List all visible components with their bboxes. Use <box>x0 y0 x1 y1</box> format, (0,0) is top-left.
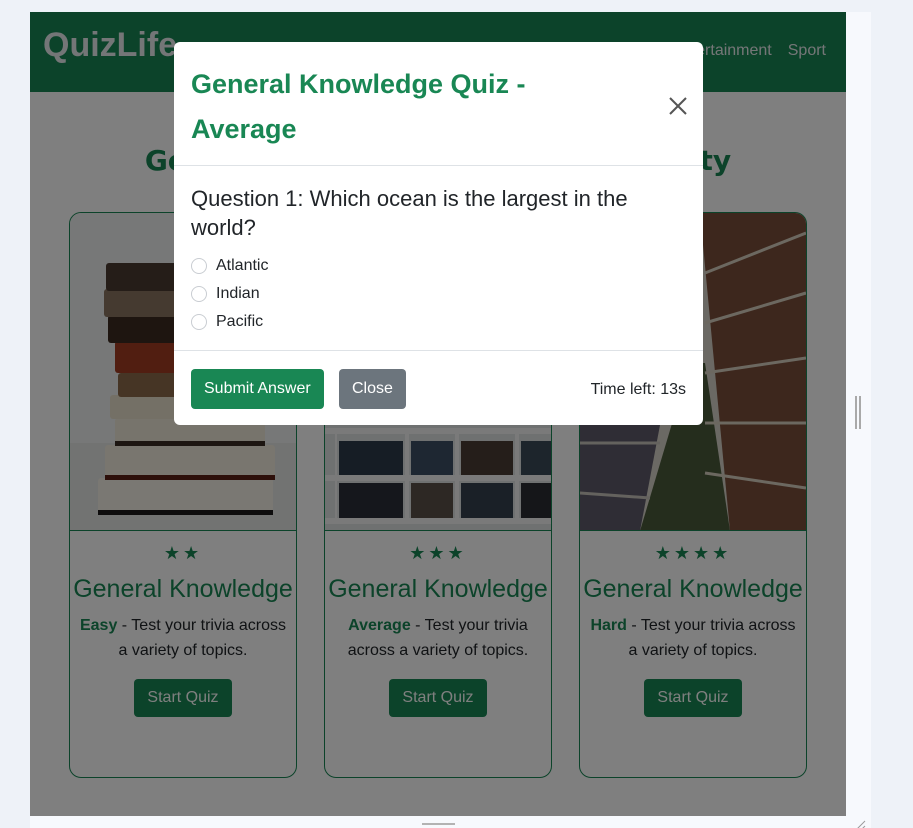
modal-footer: Submit Answer Close Time left: 13s <box>174 350 703 425</box>
question-text: Question 1: Which ocean is the largest i… <box>191 186 628 240</box>
radio-button[interactable] <box>191 314 207 330</box>
submit-answer-button[interactable]: Submit Answer <box>191 369 324 409</box>
close-icon[interactable] <box>666 94 690 118</box>
bottom-bar <box>30 816 871 828</box>
close-button[interactable]: Close <box>339 369 406 409</box>
modal-header: General Knowledge Quiz - Average <box>174 42 703 166</box>
option-label: Atlantic <box>216 257 269 274</box>
horizontal-resize-handle[interactable] <box>422 823 455 825</box>
browser-viewport: QuizLife Entertainment Sport General Kno… <box>30 12 846 816</box>
option-label: Indian <box>216 285 260 302</box>
corner-resize-icon[interactable] <box>852 816 866 828</box>
answer-option[interactable]: Atlantic <box>191 252 268 280</box>
radio-button[interactable] <box>191 286 207 302</box>
countdown-timer: Time left: 13s <box>590 381 686 398</box>
answer-option[interactable]: Indian <box>191 280 268 308</box>
modal-title: General Knowledge Quiz - Average <box>191 69 526 144</box>
answer-options: Atlantic Indian Pacific <box>191 252 268 336</box>
quiz-modal: General Knowledge Quiz - Average Questio… <box>174 42 703 425</box>
vertical-resize-handle[interactable] <box>855 396 861 429</box>
radio-button[interactable] <box>191 258 207 274</box>
option-label: Pacific <box>216 313 264 330</box>
answer-option[interactable]: Pacific <box>191 308 268 336</box>
